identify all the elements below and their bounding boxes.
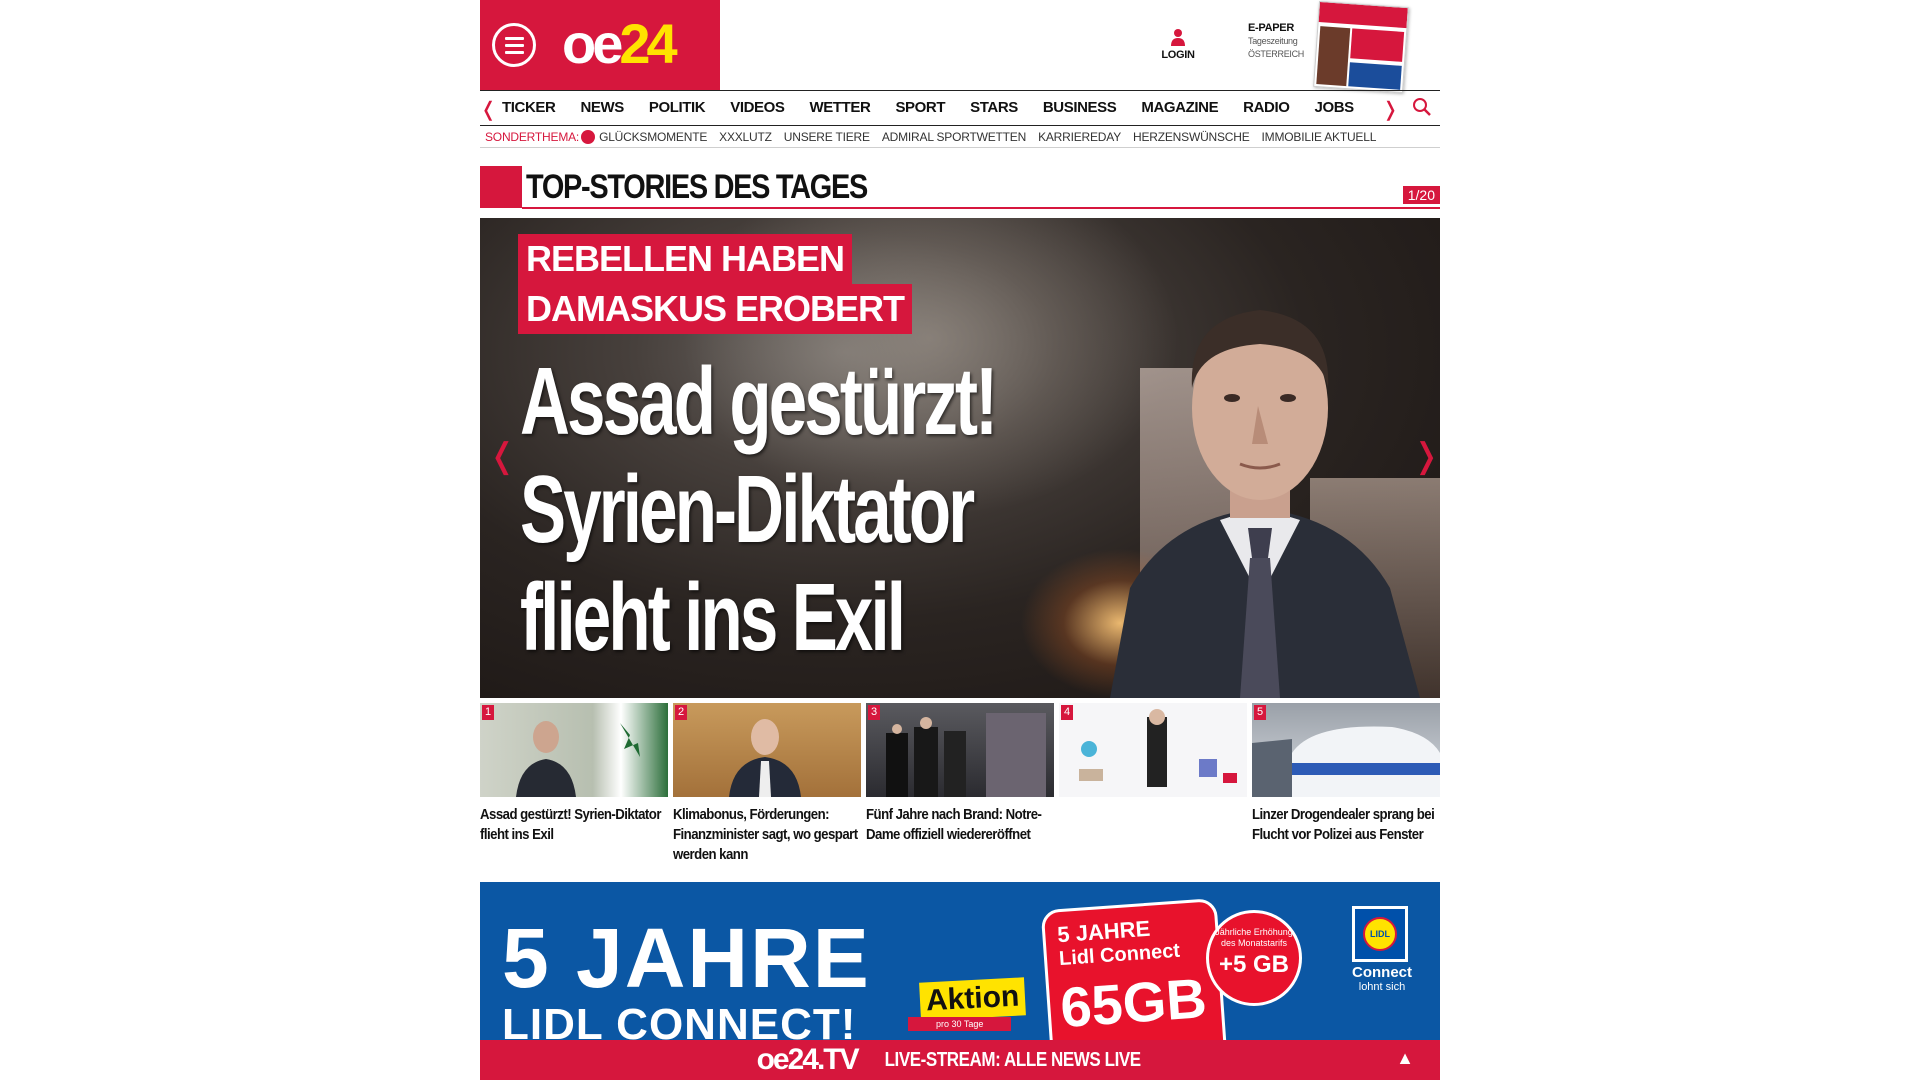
lidl-logo-text: LIDL [1363, 917, 1397, 951]
epaper-sub1: Tageszeitung [1248, 36, 1298, 46]
heart-icon [581, 129, 596, 144]
ad-subheadline: LIDL CONNECT! [502, 1000, 857, 1042]
main-nav: ❬ TICKER NEWS POLITIK VIDEOS WETTER SPOR… [480, 90, 1440, 126]
ad-connect-sub: lohnt sich [1358, 981, 1406, 993]
nav-item-politik[interactable]: POLITIK [649, 91, 706, 125]
logo-box: oe24 [480, 0, 720, 90]
site-logo[interactable]: oe24 [562, 14, 678, 74]
story-caption[interactable]: Fünf Jahre nach Brand: Notre-Dame offizi… [866, 805, 1051, 845]
sub-nav-item[interactable]: UNSERE TIERE [784, 130, 870, 144]
story-number: 1 [482, 705, 495, 720]
nav-scroll-left-icon[interactable]: ❬ [480, 97, 497, 122]
section-marker [480, 166, 522, 208]
ad-badge: Jährliche Erhöhung des Monatstarifs +5 G… [1206, 910, 1302, 1006]
story-caption[interactable]: Klimabonus, Förderungen: Finanzminister … [673, 805, 858, 865]
story-thumbnails: 1 Assad gestürzt! Syrien-Diktator flieht… [480, 703, 1440, 873]
slide-counter: 1/20 [1402, 186, 1440, 204]
story-card[interactable]: 1 Assad gestürzt! Syrien-Diktator flieht… [480, 703, 668, 873]
epaper-title: E-PAPER [1248, 22, 1294, 34]
story-number: 4 [1061, 705, 1074, 720]
nav-item-jobs[interactable]: JOBS [1315, 91, 1355, 125]
sub-nav: SONDERTHEMA: GLÜCKSMOMENTE XXXLUTZ UNSER… [480, 126, 1440, 148]
nav-item-ticker[interactable]: TICKER [502, 91, 556, 125]
search-icon[interactable] [1412, 97, 1432, 117]
cover-masthead [1318, 2, 1408, 29]
story-caption[interactable]: Linzer Drogendealer sprang bei Flucht vo… [1252, 805, 1437, 845]
live-stream-text: LIVE-STREAM: ALLE NEWS LIVE [884, 1049, 1142, 1071]
story-number: 5 [1254, 705, 1267, 720]
sub-nav-item[interactable]: KARRIEREDAY [1038, 130, 1121, 144]
story-card[interactable]: 3 Fünf Jahre nach Brand: Notre-Dame offi… [866, 703, 1054, 873]
section-header: TOP-STORIES DES TAGES 1/20 [480, 166, 1440, 210]
story-number: 2 [675, 705, 688, 720]
nav-item-business[interactable]: BUSINESS [1043, 91, 1117, 125]
login-label: LOGIN [1161, 49, 1195, 61]
ad-badge-text: Jährliche Erhöhung des Monatstarifs [1215, 927, 1293, 948]
hero-kicker-line: REBELLEN HABEN [518, 234, 853, 284]
sub-nav-item[interactable]: GLÜCKSMOMENTE [599, 130, 707, 144]
nav-item-magazine[interactable]: MAGAZINE [1141, 91, 1218, 125]
nav-item-stars[interactable]: STARS [970, 91, 1018, 125]
story-image: 4 [1059, 703, 1247, 797]
hero-headline-line: Assad gestürzt! [520, 348, 998, 455]
epaper-sub2: ÖSTERREICH [1248, 49, 1305, 59]
epaper-link[interactable]: E-PAPER Tageszeitung ÖSTERREICH [1248, 22, 1304, 61]
user-icon [1171, 29, 1185, 46]
hero-next-arrow-icon[interactable]: ❭ [1412, 436, 1440, 476]
hamburger-menu-icon[interactable] [492, 23, 536, 67]
story-image: 1 [480, 703, 668, 797]
hero-kicker: REBELLEN HABEN DAMASKUS EROBERT [518, 234, 913, 334]
lidl-logo: LIDL [1352, 906, 1408, 962]
nav-item-news[interactable]: NEWS [580, 91, 624, 125]
ad-badge-gb: +5 GB [1218, 951, 1290, 978]
expand-up-icon[interactable]: ▲ [1396, 1048, 1414, 1069]
story-card[interactable]: 2 Klimabonus, Förderungen: Finanzministe… [673, 703, 861, 873]
section-underline [522, 207, 1440, 209]
sub-nav-item[interactable]: ADMIRAL SPORTWETTEN [882, 130, 1026, 144]
live-stream-bar[interactable]: oe24.TV LIVE-STREAM: ALLE NEWS LIVE ▲ [480, 1040, 1440, 1080]
ad-aktion-label: Aktion [919, 977, 1027, 1021]
nav-list: TICKER NEWS POLITIK VIDEOS WETTER SPORT … [502, 91, 1379, 125]
advertisement-banner[interactable]: 5 JAHRE LIDL CONNECT! Aktion pro 30 Tage… [480, 882, 1440, 1042]
ad-pro-label: pro 30 Tage [908, 1017, 1012, 1031]
nav-item-sport[interactable]: SPORT [895, 91, 945, 125]
story-card[interactable]: 5 Linzer Drogendealer sprang bei Flucht … [1252, 703, 1440, 873]
story-caption[interactable]: Assad gestürzt! Syrien-Diktator flieht i… [480, 805, 665, 845]
site-header: oe24 LOGIN E-PAPER Tageszeitung ÖSTERREI… [480, 0, 1440, 94]
login-button[interactable]: LOGIN [1158, 28, 1198, 61]
hero-slide[interactable]: REBELLEN HABEN DAMASKUS EROBERT Assad ge… [480, 218, 1440, 698]
story-card[interactable]: 4 [1059, 703, 1247, 873]
hero-headline-line: flieht ins Exil [520, 564, 906, 671]
epaper-cover-image[interactable] [1313, 0, 1409, 94]
ad-card-gb: 65GB [1058, 966, 1209, 1040]
sub-nav-label: SONDERTHEMA: [485, 129, 580, 144]
section-title: TOP-STORIES DES TAGES [526, 168, 868, 206]
story-image: 3 [866, 703, 1054, 797]
ad-connect: Connect lohnt sich [1342, 964, 1422, 993]
hero-prev-arrow-icon[interactable]: ❬ [488, 436, 517, 476]
oe24tv-logo: oe24.TV [756, 1043, 860, 1076]
sub-nav-item[interactable]: HERZENSWÜNSCHE [1133, 130, 1250, 144]
hero-headline[interactable]: Assad gestürzt! Syrien-Diktator flieht i… [520, 348, 1168, 672]
ad-offer-card: 5 JAHRE Lidl Connect 65GB [1040, 898, 1228, 1042]
sub-nav-item[interactable]: IMMOBILIE AKTUELL [1262, 130, 1377, 144]
hero-headline-line: Syrien-Diktator [520, 456, 975, 563]
sub-nav-item[interactable]: XXXLUTZ [719, 130, 772, 144]
nav-item-wetter[interactable]: WETTER [810, 91, 871, 125]
story-number: 3 [868, 705, 881, 720]
ad-connect-title: Connect [1352, 964, 1412, 981]
story-image: 5 [1252, 703, 1440, 797]
nav-item-radio[interactable]: RADIO [1243, 91, 1290, 125]
story-image: 2 [673, 703, 861, 797]
hero-kicker-line: DAMASKUS EROBERT [518, 284, 913, 334]
ad-headline: 5 JAHRE [502, 911, 871, 1005]
page: oe24 LOGIN E-PAPER Tageszeitung ÖSTERREI… [480, 0, 1440, 1080]
nav-scroll-right-icon[interactable]: ❭ [1382, 97, 1399, 122]
nav-item-videos[interactable]: VIDEOS [730, 91, 785, 125]
